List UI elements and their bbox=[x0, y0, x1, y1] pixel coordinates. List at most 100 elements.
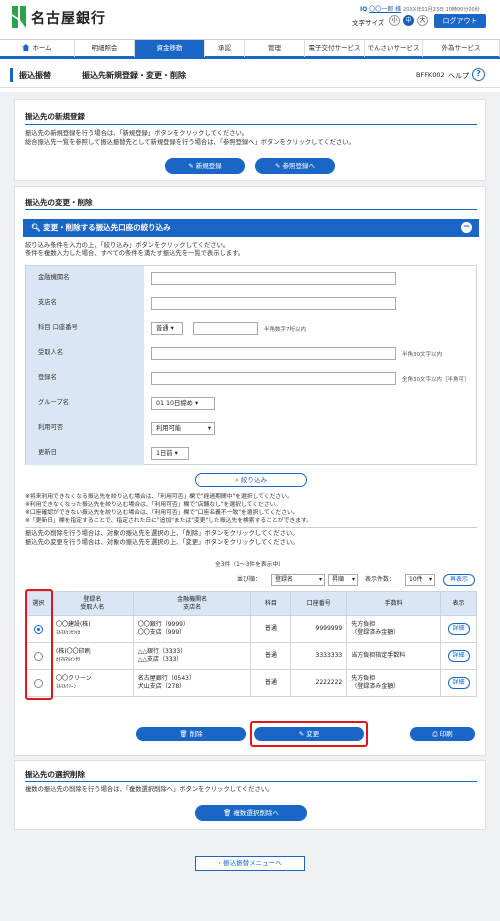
title-accent bbox=[10, 68, 13, 82]
nav-transfer[interactable]: 資金移動 bbox=[135, 40, 205, 57]
col-type: 科目 bbox=[250, 591, 292, 616]
per-page-select[interactable]: 10件 ▾ bbox=[405, 574, 435, 586]
reg-name-input[interactable] bbox=[151, 372, 396, 385]
print-button[interactable]: ⎙ 印刷 bbox=[410, 727, 475, 741]
filter-bar[interactable]: 🔍︎ 変更・削除する振込先口座の絞り込み − bbox=[23, 219, 479, 237]
updated-label: 更新日 bbox=[38, 449, 57, 456]
font-size-medium-button[interactable]: 中 bbox=[403, 15, 414, 26]
branch-name: 犬山支店（278） bbox=[137, 683, 186, 690]
back-to-menu-button[interactable]: ‹ 振込振替メニューへ bbox=[195, 856, 305, 871]
col-account: 口座番号 bbox=[290, 591, 348, 616]
col-fee: 手数料 bbox=[346, 591, 441, 616]
detail-button[interactable]: 詳細 bbox=[447, 623, 470, 635]
user-info: IQ 〇〇一郎 様 20XX年01月23日 10時00分00秒 bbox=[360, 4, 480, 13]
bank-name: △△銀行（3333） bbox=[137, 648, 187, 655]
table-row[interactable]: 〇〇クリーン ﾏﾙﾏﾙｸﾘｰﾝ 名古屋銀行（0543） 犬山支店（278） 普通 2222… bbox=[25, 669, 477, 697]
nav-forex[interactable]: 外為サービス bbox=[423, 40, 500, 57]
branch-input[interactable] bbox=[151, 297, 396, 310]
updated-select[interactable]: 1日前 ▾ bbox=[151, 447, 189, 460]
redisplay-button[interactable]: 再表示 bbox=[443, 574, 475, 586]
group-label: グループ名 bbox=[38, 399, 70, 406]
bulk-delete-button[interactable]: 🗑︎ 複数選択削除へ bbox=[195, 805, 307, 821]
bank-name: 名古屋銀行 bbox=[31, 11, 106, 27]
bulk-delete-card: 振込先の選択削除 複数の振込先の削除を行う場合は、「複数選択削除へ」ボタンをクリ… bbox=[14, 760, 486, 830]
updated-value: 1日前 bbox=[156, 450, 173, 457]
font-size-large-button[interactable]: 大 bbox=[417, 15, 428, 26]
bank-label: 金融機関名 bbox=[38, 274, 70, 281]
reg-name-hint: 全角30文字以内［半角可］ bbox=[402, 377, 470, 383]
nav-approval[interactable]: 承認 bbox=[205, 40, 245, 57]
nav-management[interactable]: 管理 bbox=[245, 40, 305, 57]
detail-button[interactable]: 詳細 bbox=[447, 677, 470, 689]
fee-type: 先方負担 bbox=[351, 621, 376, 628]
back-to-menu-label: 振込振替メニューへ bbox=[223, 859, 282, 867]
type-cell: 普通 bbox=[250, 615, 292, 643]
payee-hint: 半角30文字以内 bbox=[402, 352, 442, 358]
nav-statements[interactable]: 明細照会 bbox=[75, 40, 135, 57]
chevron-down-icon: ▾ bbox=[428, 576, 432, 583]
user-name-link[interactable]: 〇〇一郎 様 bbox=[369, 6, 401, 13]
header: 名古屋銀行 IQ 〇〇一郎 様 20XX年01月23日 10時00分00秒 文字… bbox=[0, 0, 500, 38]
nav-densai[interactable]: でんさいサービス bbox=[365, 40, 423, 57]
filter-button-label: 絞り込み bbox=[240, 476, 267, 484]
nav-home[interactable]: ホーム bbox=[0, 40, 75, 57]
printer-icon: ⎙ bbox=[432, 730, 440, 738]
note-4: ※「更新日」欄を指定することで、指定された日に"追加"または"変更"した振込先を… bbox=[25, 518, 312, 524]
sort-value: 登録名 bbox=[275, 576, 294, 583]
bank-name: 名古屋銀行（0543） bbox=[137, 675, 195, 682]
font-size-small-button[interactable]: 小 bbox=[389, 15, 400, 26]
logout-button[interactable]: ログアウト bbox=[434, 14, 486, 28]
page-title-bar: 振込振替 振込先新規登録・変更・削除 BFFK002 ヘルプ ? bbox=[0, 62, 500, 88]
per-page-label: 表示件数： bbox=[365, 576, 396, 583]
result-count: 全3件（1～3件を表示中） bbox=[215, 562, 285, 568]
detail-button[interactable]: 詳細 bbox=[447, 650, 470, 662]
login-time: 20XX年01月23日 10時00分00秒 bbox=[403, 7, 480, 13]
detail-cell: 詳細 bbox=[440, 669, 477, 697]
reference-registration-button[interactable]: ✎ 参照登録へ bbox=[255, 158, 335, 174]
payee-input[interactable] bbox=[151, 347, 396, 360]
filter-label-column bbox=[26, 266, 144, 466]
branch-name: △△支店（333） bbox=[137, 656, 183, 663]
account-number-input[interactable] bbox=[193, 322, 258, 335]
print-label: 印刷 bbox=[439, 730, 453, 738]
order-value: 昇順 bbox=[332, 576, 345, 583]
user-prefix: IQ bbox=[360, 6, 368, 13]
table-row[interactable]: (株)〇〇印刷 ｶ)ﾏﾙﾏﾙｲﾝｻﾂ △△銀行（3333） △△支店（333） 普通 33… bbox=[25, 642, 477, 670]
screen-code: BFFK002 bbox=[416, 71, 445, 79]
fee-amount: （登録済み金額） bbox=[351, 683, 400, 690]
filter-desc2: 条件を複数入力した場合、すべての条件を満たす振込先を一覧で表示します。 bbox=[25, 250, 245, 257]
reference-registration-label: 参照登録へ bbox=[282, 162, 316, 170]
group-select[interactable]: 01 10日締め ▾ bbox=[151, 397, 215, 410]
list-desc1: 振込先の削除を行う場合は、対象の振込先を選択の上、「削除」ボタンをクリックしてく… bbox=[25, 530, 299, 537]
col-reg-name-label: 登録名 受取人名 bbox=[80, 595, 105, 611]
bank-logo bbox=[12, 6, 26, 28]
help-icon[interactable]: ? bbox=[472, 68, 485, 81]
account-label: 科目 口座番号 bbox=[38, 324, 78, 331]
fee-type: 当方負担指定手数料 bbox=[351, 652, 406, 659]
table-row[interactable]: 〇〇建設(株) ﾏﾙﾏﾙｹﾝｾﾂ(ｶ 〇〇銀行（9999） 〇〇支店（999） 普通 99… bbox=[25, 615, 477, 643]
account-type-select[interactable]: 普通 ▾ bbox=[151, 322, 183, 335]
chevron-down-icon: ▾ bbox=[351, 576, 355, 583]
fee-cell: 当方負担指定手数料 bbox=[346, 642, 441, 670]
col-reg-name: 登録名 受取人名 bbox=[50, 591, 134, 616]
nav-e-delivery[interactable]: 電子交付サービス bbox=[305, 40, 365, 57]
usable-select[interactable]: 利用可能 ▾ bbox=[151, 422, 215, 435]
change-button[interactable]: ✎ 変更 bbox=[254, 727, 364, 741]
bank-input[interactable] bbox=[151, 272, 396, 285]
reg-name-cell: (株)〇〇印刷 ｶ)ﾏﾙﾏﾙｲﾝｻﾂ bbox=[50, 642, 134, 670]
edit-icon: ✎ bbox=[188, 162, 196, 170]
payee-name: ﾏﾙﾏﾙｸﾘｰﾝ bbox=[55, 684, 76, 690]
reg-name-cell: 〇〇クリーン ﾏﾙﾏﾙｸﾘｰﾝ bbox=[50, 669, 134, 697]
new-registration-button[interactable]: ✎ 新規登録 bbox=[165, 158, 245, 174]
filter-button[interactable]: ⌕ 絞り込み bbox=[195, 473, 307, 487]
order-select[interactable]: 昇順 ▾ bbox=[328, 574, 358, 586]
payee-label: 受取人名 bbox=[38, 349, 64, 356]
chevron-down-icon: ▾ bbox=[194, 400, 199, 407]
reg-name: 〇〇建設(株) bbox=[55, 621, 91, 628]
col-detail: 表示 bbox=[440, 591, 477, 616]
delete-button[interactable]: 🗑︎ 削除 bbox=[136, 727, 246, 741]
help-link[interactable]: ヘルプ bbox=[448, 71, 469, 81]
sort-select[interactable]: 登録名 ▾ bbox=[271, 574, 325, 586]
collapse-icon[interactable]: − bbox=[461, 222, 472, 233]
fee-amount: （登録済み金額） bbox=[351, 629, 400, 636]
